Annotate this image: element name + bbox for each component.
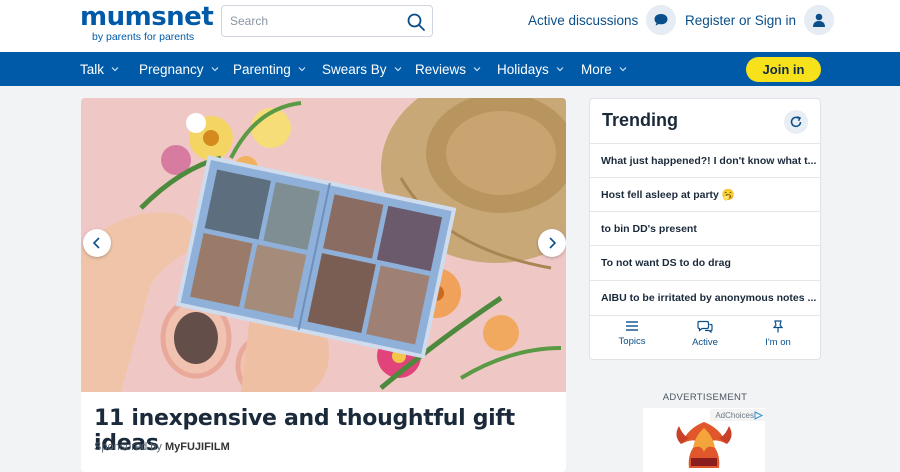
- tab-topics[interactable]: Topics: [597, 320, 667, 347]
- logo-tagline: by parents for parents: [92, 31, 195, 43]
- trending-item[interactable]: to bin DD's present: [590, 211, 820, 245]
- trending-item[interactable]: To not want DS to do drag: [590, 245, 820, 279]
- nav-item-label: More: [581, 61, 612, 77]
- active-discussions-label: Active discussions: [528, 12, 639, 28]
- nav-item-more[interactable]: More: [581, 52, 627, 86]
- active-discussions-link[interactable]: Active discussions: [528, 5, 677, 35]
- tab-label: I'm on: [765, 337, 791, 348]
- register-signin-label: Register or Sign in: [685, 12, 797, 28]
- adchoices-label: AdChoices: [715, 410, 754, 420]
- chevron-left-icon: [92, 237, 100, 249]
- sponsored-prefix: Sponsored by: [94, 441, 162, 453]
- chevron-down-icon: [473, 67, 481, 72]
- chat-bubble-icon: [646, 5, 677, 35]
- chevron-down-icon: [298, 67, 306, 72]
- trending-item[interactable]: Host fell asleep at party 🥱: [590, 177, 820, 211]
- nav-item-parenting[interactable]: Parenting: [233, 52, 306, 86]
- chevron-down-icon: [111, 67, 119, 72]
- nav-item-label: Parenting: [233, 61, 291, 77]
- featured-article-image[interactable]: [81, 98, 566, 392]
- refresh-button[interactable]: [784, 110, 808, 134]
- nav-item-talk[interactable]: Talk: [80, 52, 119, 86]
- chevron-down-icon: [394, 67, 401, 72]
- trending-item[interactable]: AIBU to be irritated by anonymous notes …: [590, 280, 820, 314]
- pin-icon: [772, 320, 784, 333]
- carousel-next-button[interactable]: [538, 229, 566, 257]
- tab-label: Topics: [618, 336, 646, 347]
- nav-item-label: Reviews: [415, 61, 467, 77]
- user-avatar-icon: [804, 5, 835, 35]
- nav-item-swears-by[interactable]: Swears By: [322, 52, 402, 86]
- chevron-down-icon: [211, 67, 218, 72]
- refresh-icon: [790, 116, 802, 128]
- trending-panel: Trending What just happened?! I don't kn…: [589, 98, 821, 360]
- search-icon[interactable]: [406, 12, 426, 32]
- trending-tabs: Topics Active I'm on: [590, 315, 820, 360]
- nav-item-label: Swears By: [322, 61, 387, 77]
- search-input[interactable]: [230, 12, 400, 30]
- register-signin-link[interactable]: Register or Sign in: [685, 5, 835, 35]
- sponsored-by-line: Sponsored by MyFUJIFILM: [94, 441, 230, 453]
- adchoices-icon: [754, 410, 763, 420]
- adchoices-badge[interactable]: AdChoices: [710, 409, 765, 421]
- nav-item-holidays[interactable]: Holidays: [497, 52, 564, 86]
- featured-article-card[interactable]: 11 inexpensive and thoughtful gift ideas…: [81, 98, 566, 472]
- trending-item[interactable]: What just happened?! I don't know what t…: [590, 143, 820, 177]
- chevron-right-icon: [549, 237, 557, 249]
- chevron-down-icon: [556, 67, 564, 72]
- advertisement-label: ADVERTISEMENT: [662, 392, 748, 403]
- chat-bubbles-icon: [697, 320, 713, 333]
- mumsnet-logo[interactable]: mumsnet by parents for parents: [80, 2, 214, 43]
- search-box: [221, 5, 433, 37]
- chevron-down-icon: [619, 67, 627, 72]
- nav-item-label: Talk: [80, 61, 105, 77]
- trending-title: Trending: [602, 110, 678, 130]
- tab-active[interactable]: Active: [670, 320, 740, 348]
- tab-im-on[interactable]: I'm on: [743, 320, 813, 348]
- logo-wordmark: mumsnet: [80, 2, 214, 32]
- photo-illustration: [81, 98, 566, 392]
- nav-item-reviews[interactable]: Reviews: [415, 52, 481, 86]
- main-nav: Talk Pregnancy Parenting Swears By Revie…: [0, 52, 900, 86]
- site-header: mumsnet by parents for parents Active di…: [0, 0, 900, 52]
- tab-label: Active: [692, 337, 718, 348]
- nav-item-pregnancy[interactable]: Pregnancy: [139, 52, 219, 86]
- menu-lines-icon: [626, 321, 638, 331]
- sponsor-name: MyFUJIFILM: [164, 441, 230, 453]
- nav-item-label: Holidays: [497, 61, 549, 77]
- advertisement-box[interactable]: AdChoices: [643, 408, 765, 472]
- nav-item-label: Pregnancy: [139, 61, 204, 77]
- carousel-prev-button[interactable]: [83, 229, 111, 257]
- join-in-button[interactable]: Join in: [746, 57, 821, 82]
